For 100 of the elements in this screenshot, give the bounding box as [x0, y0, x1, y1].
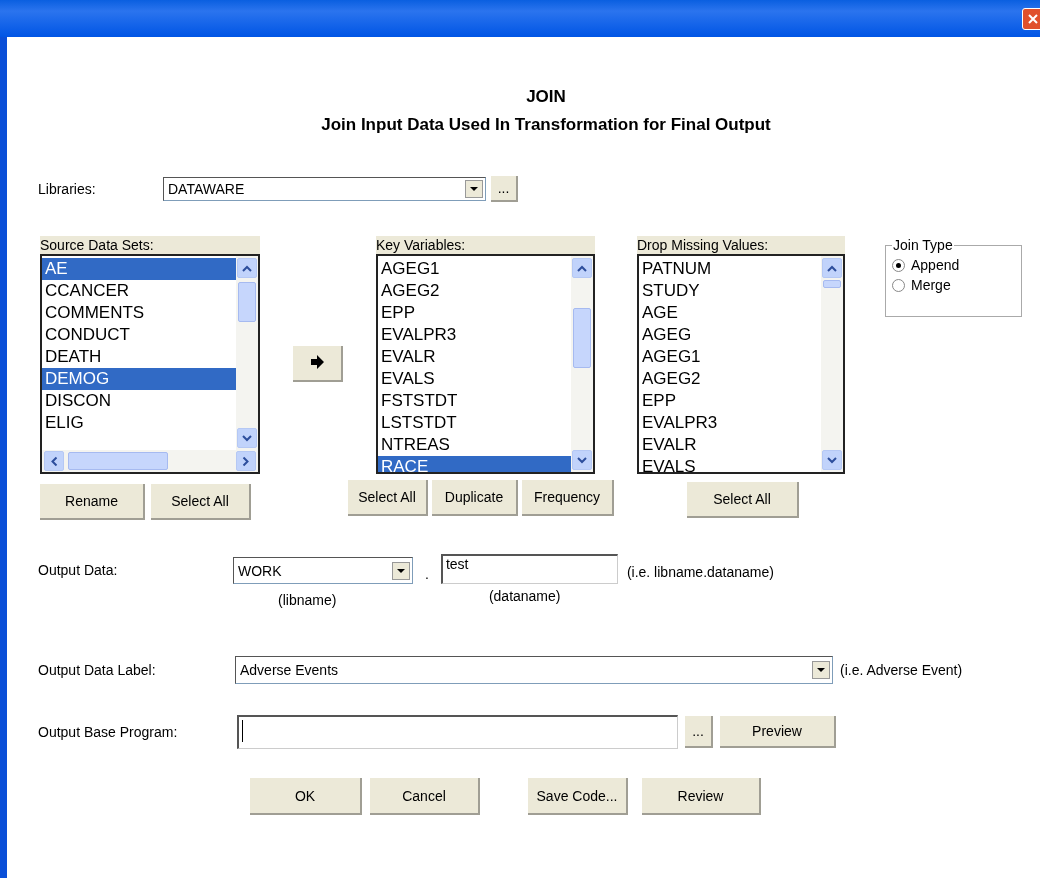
- list-item[interactable]: DISCON: [42, 390, 236, 412]
- base-program-input[interactable]: [237, 715, 678, 749]
- list-item[interactable]: EVALS: [378, 368, 571, 390]
- chevron-up-icon: [827, 264, 837, 272]
- preview-button[interactable]: Preview: [720, 716, 836, 748]
- horizontal-scrollbar[interactable]: [42, 450, 258, 472]
- list-action-button[interactable]: Select All: [687, 482, 799, 518]
- list-item[interactable]: CCANCER: [42, 280, 236, 302]
- list-item[interactable]: AGEG1: [378, 258, 571, 280]
- dropdown-button[interactable]: [392, 561, 410, 580]
- caret-down-icon: [397, 568, 405, 573]
- browse-button[interactable]: ...: [685, 716, 713, 748]
- chevron-down-icon: [242, 434, 252, 442]
- scroll-up-button[interactable]: [237, 258, 257, 278]
- radio-option[interactable]: Merge: [892, 275, 1015, 295]
- list-box[interactable]: AE CCANCER COMMENTS CONDUCT DEATH DEMOG DISCON ELIG: [40, 254, 260, 474]
- list-item[interactable]: DEMOG: [42, 368, 236, 390]
- chevron-up-icon: [577, 264, 587, 272]
- libname-dropdown[interactable]: WORK: [233, 557, 413, 584]
- dataname-input[interactable]: test: [440, 554, 618, 584]
- caret-down-icon: [470, 187, 478, 191]
- arrow-right-icon: [310, 354, 324, 369]
- chevron-down-icon: [577, 456, 587, 464]
- list-item[interactable]: CONDUCT: [42, 324, 236, 346]
- field-label: Output Data:: [38, 562, 119, 578]
- list-item[interactable]: DEATH: [42, 346, 236, 368]
- dialog-subheading: Join Input Data Used In Transformation for Final Output: [320, 114, 772, 136]
- scroll-down-button[interactable]: [237, 428, 257, 448]
- list-item[interactable]: FSTSTDT: [378, 390, 571, 412]
- separator-dot: .: [425, 566, 429, 582]
- list-item[interactable]: EPP: [378, 302, 571, 324]
- move-right-button[interactable]: [293, 346, 343, 382]
- browse-button[interactable]: ...: [491, 176, 518, 202]
- vertical-scrollbar[interactable]: [821, 256, 843, 472]
- list-item[interactable]: AGEG1: [639, 346, 821, 368]
- text-cursor: [242, 720, 243, 742]
- dialog-button[interactable]: Review: [642, 778, 761, 815]
- hint-text: (i.e. libname.dataname): [626, 564, 774, 580]
- list-item[interactable]: PATNUM: [639, 258, 821, 280]
- list-item[interactable]: AGE: [639, 302, 821, 324]
- list-item[interactable]: AGEG: [639, 324, 821, 346]
- radio-button[interactable]: [892, 258, 905, 272]
- dialog-button[interactable]: Cancel: [370, 778, 480, 815]
- dialog-heading: JOIN: [525, 86, 567, 108]
- list-action-button[interactable]: Rename: [40, 484, 145, 520]
- list-item[interactable]: AE: [42, 258, 236, 280]
- dialog-button[interactable]: OK: [250, 778, 362, 815]
- vertical-scrollbar[interactable]: [571, 256, 593, 472]
- dropdown-button[interactable]: [465, 180, 483, 198]
- list-action-button[interactable]: Duplicate: [432, 480, 518, 516]
- hint-text: (i.e. Adverse Event): [840, 662, 963, 678]
- list-action-button[interactable]: Select All: [348, 480, 428, 516]
- scrollbar-thumb[interactable]: [573, 308, 591, 368]
- list-box[interactable]: AGEG1 AGEG2 EPP EVALPR3 EVALR EVALS FSTSTDT LSTSTDT NTREAS RACE: [376, 254, 595, 474]
- radio-button[interactable]: [892, 278, 905, 292]
- list-item[interactable]: EVALPR3: [378, 324, 571, 346]
- close-icon: [1028, 13, 1038, 24]
- vertical-scrollbar[interactable]: [236, 256, 258, 450]
- list-action-button[interactable]: Frequency: [522, 480, 614, 516]
- list-item[interactable]: LSTSTDT: [378, 412, 571, 434]
- list-item[interactable]: AGEG2: [378, 280, 571, 302]
- list-item[interactable]: RACE: [378, 456, 571, 472]
- scrollbar-thumb[interactable]: [68, 452, 168, 470]
- libraries-dropdown[interactable]: DATAWARE: [163, 177, 486, 201]
- chevron-up-icon: [242, 264, 252, 272]
- scroll-up-button[interactable]: [572, 258, 592, 278]
- scroll-right-button[interactable]: [236, 451, 256, 471]
- field-caption: (libname): [278, 592, 338, 608]
- scrollbar-thumb[interactable]: [823, 280, 841, 288]
- list-item[interactable]: COMMENTS: [42, 302, 236, 324]
- caret-down-icon: [817, 668, 825, 672]
- close-button[interactable]: [1022, 7, 1040, 30]
- list-item[interactable]: EVALPR3: [639, 412, 821, 434]
- list-item[interactable]: STUDY: [639, 280, 821, 302]
- field-caption: (dataname): [488, 588, 562, 604]
- list-item[interactable]: EVALR: [639, 434, 821, 456]
- list-item[interactable]: EPP: [639, 390, 821, 412]
- data-label-dropdown[interactable]: Adverse Events: [235, 656, 833, 684]
- list-box[interactable]: PATNUM STUDY AGE AGEG AGEG1 AGEG2 EPP EVALPR3 EVALR EVALS: [637, 254, 845, 474]
- dialog-button[interactable]: Save Code...: [528, 778, 628, 815]
- list-action-button[interactable]: Select All: [151, 484, 251, 520]
- scrollbar-thumb[interactable]: [238, 282, 256, 322]
- field-label: Libraries:: [38, 181, 97, 197]
- scroll-down-button[interactable]: [822, 450, 842, 470]
- chevron-left-icon: [50, 456, 58, 466]
- list-header: Key Variables:: [376, 236, 595, 254]
- scroll-up-button[interactable]: [822, 258, 842, 278]
- list-item[interactable]: NTREAS: [378, 434, 571, 456]
- field-label: Output Base Program:: [38, 724, 179, 740]
- scroll-left-button[interactable]: [44, 451, 64, 471]
- list-item[interactable]: EVALS: [639, 456, 821, 472]
- list-item[interactable]: EVALR: [378, 346, 571, 368]
- chevron-down-icon: [827, 456, 837, 464]
- list-item[interactable]: AGEG2: [639, 368, 821, 390]
- list-header: Source Data Sets:: [40, 236, 260, 254]
- dropdown-button[interactable]: [812, 661, 830, 679]
- list-item[interactable]: ELIG: [42, 412, 236, 434]
- scroll-down-button[interactable]: [572, 450, 592, 470]
- list-header: Drop Missing Values:: [637, 236, 845, 254]
- radio-option[interactable]: Append: [892, 255, 1015, 275]
